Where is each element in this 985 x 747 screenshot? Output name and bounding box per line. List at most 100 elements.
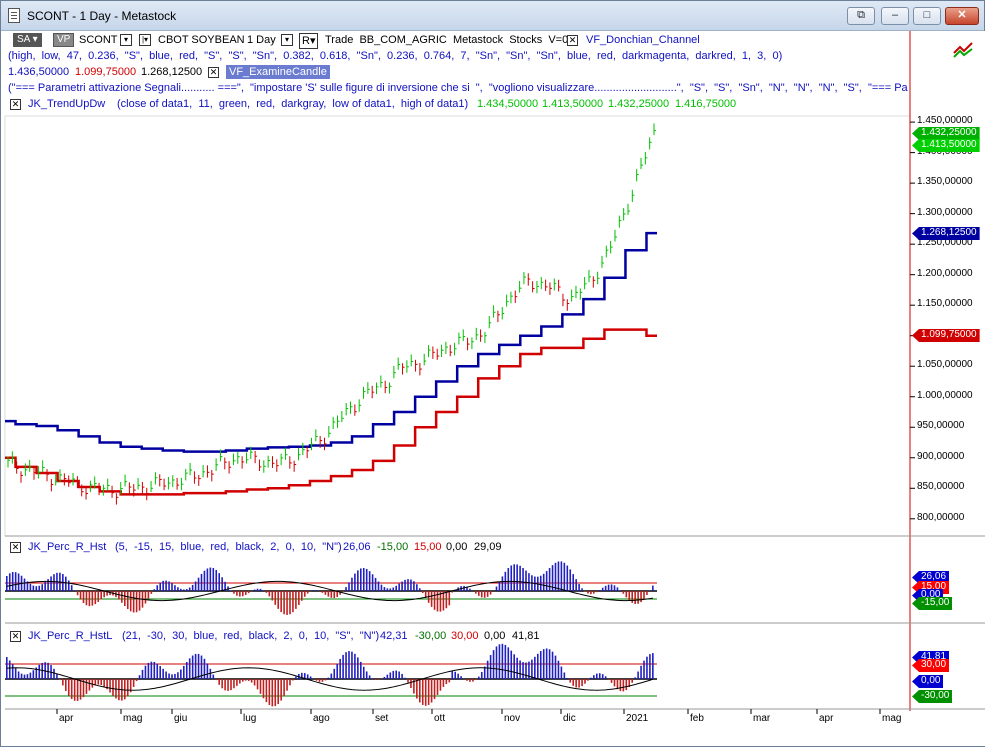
restore-window-button[interactable]: ⧉: [847, 7, 875, 25]
hist-bar: [554, 655, 557, 679]
hist-bar: [625, 679, 628, 691]
hist-bar: [534, 656, 536, 679]
hist-bar: [404, 579, 406, 591]
hist-bar: [215, 569, 218, 591]
hist-bar: [410, 579, 412, 591]
hist-bar: [596, 673, 598, 679]
hist-bar: [389, 588, 392, 591]
hist-bar: [351, 577, 353, 591]
hist-bar: [233, 591, 235, 594]
hist-bar: [616, 679, 619, 690]
chart-area[interactable]: SA ▾ VP SCONT ▾ |▾ CBOT SOYBEAN 1 Day ▾ …: [2, 31, 985, 746]
panel3-name[interactable]: JK_Perc_R_HstL: [28, 629, 112, 643]
hist-bar: [292, 591, 294, 613]
hist-bar: [244, 679, 247, 681]
hist-bar: [598, 590, 601, 591]
hist-bar: [495, 586, 498, 591]
hist-bar: [495, 646, 498, 679]
hist-bar: [489, 591, 492, 595]
vp-button[interactable]: VP: [53, 33, 75, 47]
hist-bar: [38, 664, 41, 679]
hist-bar: [386, 588, 389, 591]
hist-bar: [203, 570, 206, 591]
hist-bar: [65, 679, 67, 691]
hist-bar: [262, 590, 265, 591]
document-icon: [8, 8, 20, 23]
hist-bar: [581, 679, 583, 687]
hist-bar: [649, 590, 651, 591]
hist-bar: [218, 679, 220, 685]
hist-bar: [652, 585, 654, 591]
hist-bar: [309, 676, 312, 679]
hist-bar: [339, 658, 341, 679]
indicator3-params: (close of data1, 11, green, red, darkgra…: [117, 98, 469, 110]
hist-bar: [14, 572, 17, 591]
hist-bar: [383, 676, 386, 679]
hist-bar: [253, 679, 256, 686]
time-label: ott: [434, 713, 446, 724]
hist-bar: [587, 591, 589, 594]
time-label: mag: [882, 713, 902, 724]
hist-bar: [185, 661, 188, 679]
signal-icon[interactable]: [953, 42, 973, 58]
minimize-button[interactable]: –: [881, 7, 909, 25]
sa-button[interactable]: SA ▾: [13, 33, 42, 47]
time-label: mag: [123, 713, 143, 724]
r-button[interactable]: R▾: [299, 33, 319, 49]
hist-bar: [88, 679, 91, 691]
hist-bar: [507, 568, 510, 591]
hist-bar: [548, 649, 551, 679]
hist-bar: [289, 679, 291, 686]
hist-bar: [277, 591, 279, 609]
hist-bar: [301, 591, 303, 601]
hist-bar: [442, 591, 445, 611]
maximize-button[interactable]: □: [913, 7, 941, 25]
hist-bar: [590, 591, 592, 595]
instrument-dropdown[interactable]: |▾: [139, 34, 151, 46]
hist-bar: [486, 591, 489, 597]
panel3-checkbox[interactable]: ✕: [10, 631, 21, 642]
hist-bar: [333, 591, 336, 598]
panel2-checkbox[interactable]: ✕: [10, 542, 21, 553]
panel2-v2: -15,00: [377, 541, 409, 553]
indicator2-checkbox[interactable]: ✕: [208, 67, 219, 78]
hist-bar: [407, 579, 409, 591]
hist-bar: [637, 671, 639, 679]
hist-bar: [327, 677, 330, 679]
hist-bar: [253, 589, 256, 591]
indicator3-checkbox[interactable]: ✕: [10, 99, 21, 110]
hist-bar: [610, 584, 613, 591]
title-bar[interactable]: SCONT - 1 Day - Metastock ⧉ – □ ✕: [1, 1, 984, 31]
hist-bar: [153, 661, 156, 679]
hist-bar: [489, 655, 492, 679]
hist-bar: [522, 662, 524, 679]
hist-bar: [159, 582, 161, 591]
hist-bar: [250, 679, 253, 683]
hist-bar: [643, 591, 645, 600]
hist-bar: [141, 669, 144, 679]
close-button[interactable]: ✕: [945, 7, 979, 25]
hist-bar: [587, 679, 589, 681]
period-dropdown[interactable]: ▾: [281, 34, 293, 46]
indicator1-checkbox[interactable]: ✕: [567, 35, 578, 46]
hist-bar: [383, 587, 386, 591]
indicator1-name[interactable]: VF_Donchian_Channel: [586, 33, 700, 47]
symbol-dropdown[interactable]: ▾: [120, 34, 132, 46]
hist-bar: [480, 671, 483, 679]
hist-bar: [619, 590, 622, 591]
indicator2-name[interactable]: VF_ExamineCandle: [226, 65, 330, 79]
indicator3-name[interactable]: JK_TrendUpDw: [28, 97, 105, 111]
panel2-name[interactable]: JK_Perc_R_Hst: [28, 540, 106, 554]
hist-bar: [295, 591, 297, 609]
hist-bar: [368, 571, 371, 591]
hist-bar: [112, 679, 114, 696]
hist-bar: [563, 672, 566, 679]
hist-bar: [14, 668, 17, 679]
hist-bar: [185, 589, 188, 591]
hist-bar: [410, 679, 412, 689]
hist-bar: [365, 671, 368, 679]
hist-bar: [578, 679, 580, 688]
hist-bar: [298, 591, 300, 605]
price-tick-label: 800,00000: [917, 511, 965, 523]
hist-bar: [604, 676, 607, 679]
